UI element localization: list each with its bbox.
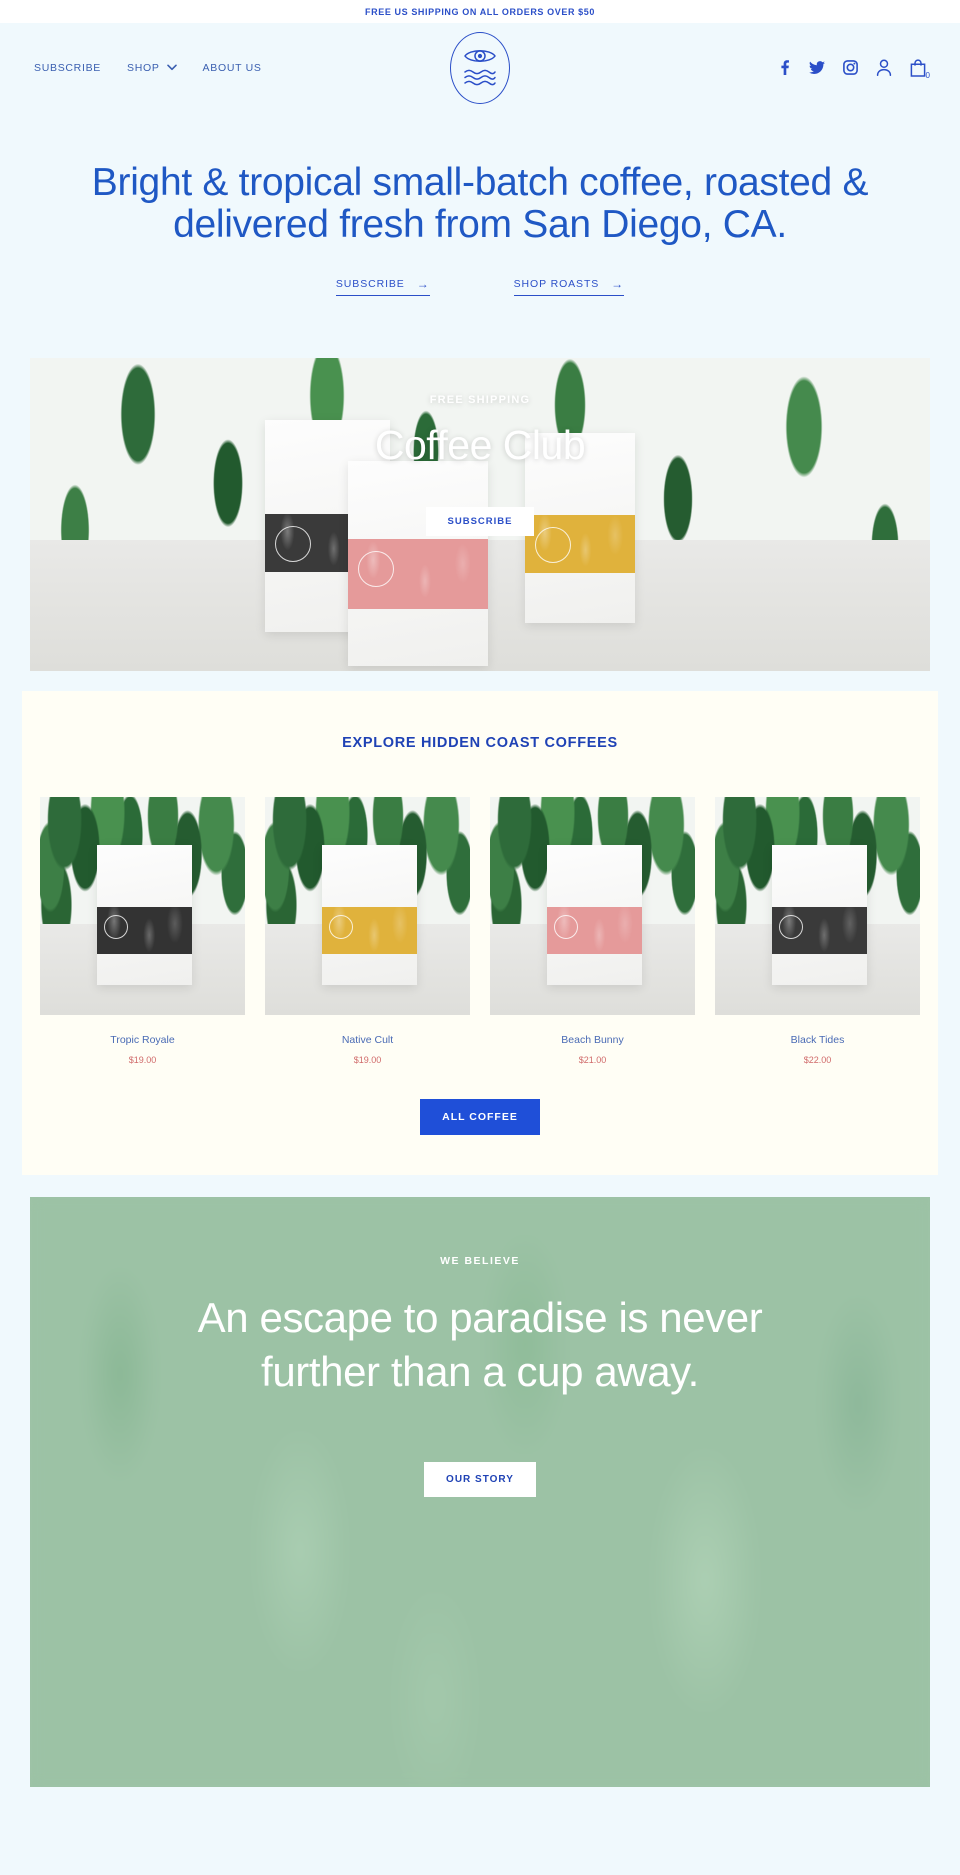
eye-over-waves-oval-logo: [450, 31, 510, 104]
primary-navigation: SUBSCRIBE SHOP ABOUT US: [34, 62, 262, 74]
twitter-icon[interactable]: [809, 60, 825, 75]
waves-icon: [464, 69, 496, 86]
all-coffee-button-wrapper: ALL COFFEE: [22, 1099, 938, 1136]
product-name: Black Tides: [790, 1034, 845, 1047]
site-header: SUBSCRIBE SHOP ABOUT US 0: [0, 23, 960, 112]
product-price: $21.00: [578, 1055, 607, 1066]
hero-section: Bright & tropical small-batch coffee, ro…: [0, 112, 960, 359]
hero-link-subscribe[interactable]: SUBSCRIBE →: [335, 277, 430, 297]
product-card[interactable]: Tropic Royale $19.00: [40, 797, 245, 1065]
hero-cta-group: SUBSCRIBE → SHOP ROASTS →: [90, 278, 870, 358]
coffee-club-banner-content: FREE SHIPPING Coffee Club SUBSCRIBE: [30, 358, 930, 671]
arrow-right-icon: →: [416, 277, 430, 292]
product-image: [40, 797, 245, 1016]
our-story-button[interactable]: OUR STORY: [424, 1461, 536, 1497]
nav-label-subscribe: SUBSCRIBE: [34, 61, 101, 74]
cart-count-badge: 0: [925, 70, 930, 80]
we-believe-kicker: WE BELIEVE: [440, 1255, 520, 1268]
we-believe-content: WE BELIEVE An escape to paradise is neve…: [30, 1197, 930, 1787]
facebook-icon[interactable]: [778, 60, 791, 75]
nav-item-subscribe[interactable]: SUBSCRIBE: [34, 62, 101, 74]
nav-label-shop: SHOP: [126, 61, 160, 74]
product-price: $22.00: [803, 1055, 832, 1066]
we-believe-section-wrapper: WE BELIEVE An escape to paradise is neve…: [0, 1175, 960, 1810]
hero-link-subscribe-label: SUBSCRIBE: [335, 278, 405, 291]
we-believe-section: WE BELIEVE An escape to paradise is neve…: [30, 1197, 930, 1788]
banner-subscribe-button[interactable]: SUBSCRIBE: [425, 507, 535, 537]
product-card[interactable]: Native Cult $19.00: [265, 797, 470, 1065]
announcement-text: FREE US SHIPPING ON ALL ORDERS OVER $50: [365, 6, 595, 17]
cart-bag-icon[interactable]: 0: [910, 58, 930, 80]
product-image: [490, 797, 695, 1016]
we-believe-title: An escape to paradise is never further t…: [197, 1294, 763, 1395]
product-name: Beach Bunny: [561, 1034, 624, 1047]
product-name: Tropic Royale: [110, 1034, 175, 1047]
header-actions: 0: [778, 58, 930, 80]
all-coffee-button[interactable]: ALL COFFEE: [420, 1099, 540, 1136]
coffee-club-banner[interactable]: FREE SHIPPING Coffee Club SUBSCRIBE: [30, 358, 930, 672]
banner-title: Coffee Club: [374, 422, 586, 469]
nav-item-about-us[interactable]: ABOUT US: [203, 62, 262, 74]
eye-icon: [464, 50, 496, 62]
nav-item-shop[interactable]: SHOP: [127, 62, 177, 74]
hero-title: Bright & tropical small-batch coffee, ro…: [91, 161, 869, 247]
chevron-down-icon: [166, 64, 177, 71]
product-price: $19.00: [353, 1055, 382, 1066]
product-price: $19.00: [128, 1055, 157, 1066]
announcement-bar: FREE US SHIPPING ON ALL ORDERS OVER $50: [0, 0, 960, 23]
product-name: Native Cult: [341, 1034, 394, 1047]
product-grid: Tropic Royale $19.00 Native Cult $19.00: [22, 797, 938, 1065]
product-card[interactable]: Beach Bunny $21.00: [490, 797, 695, 1065]
product-image: [265, 797, 470, 1016]
hero-link-shop-roasts[interactable]: SHOP ROASTS →: [513, 277, 625, 297]
arrow-right-icon: →: [611, 277, 625, 292]
site-logo[interactable]: [450, 31, 510, 104]
instagram-icon[interactable]: [843, 60, 858, 75]
products-section-wrapper: EXPLORE HIDDEN COAST COFFEES Tropic Roya…: [0, 671, 960, 1176]
products-section: EXPLORE HIDDEN COAST COFFEES Tropic Roya…: [22, 691, 938, 1176]
hero-link-shop-roasts-label: SHOP ROASTS: [513, 278, 600, 291]
account-person-icon[interactable]: [876, 59, 892, 76]
nav-label-about-us: ABOUT US: [202, 61, 262, 74]
product-image: [715, 797, 920, 1016]
products-section-title: EXPLORE HIDDEN COAST COFFEES: [342, 735, 618, 752]
banner-kicker: FREE SHIPPING: [429, 394, 531, 407]
coffee-club-banner-section: FREE SHIPPING Coffee Club SUBSCRIBE: [0, 358, 960, 672]
product-card[interactable]: Black Tides $22.00: [715, 797, 920, 1065]
